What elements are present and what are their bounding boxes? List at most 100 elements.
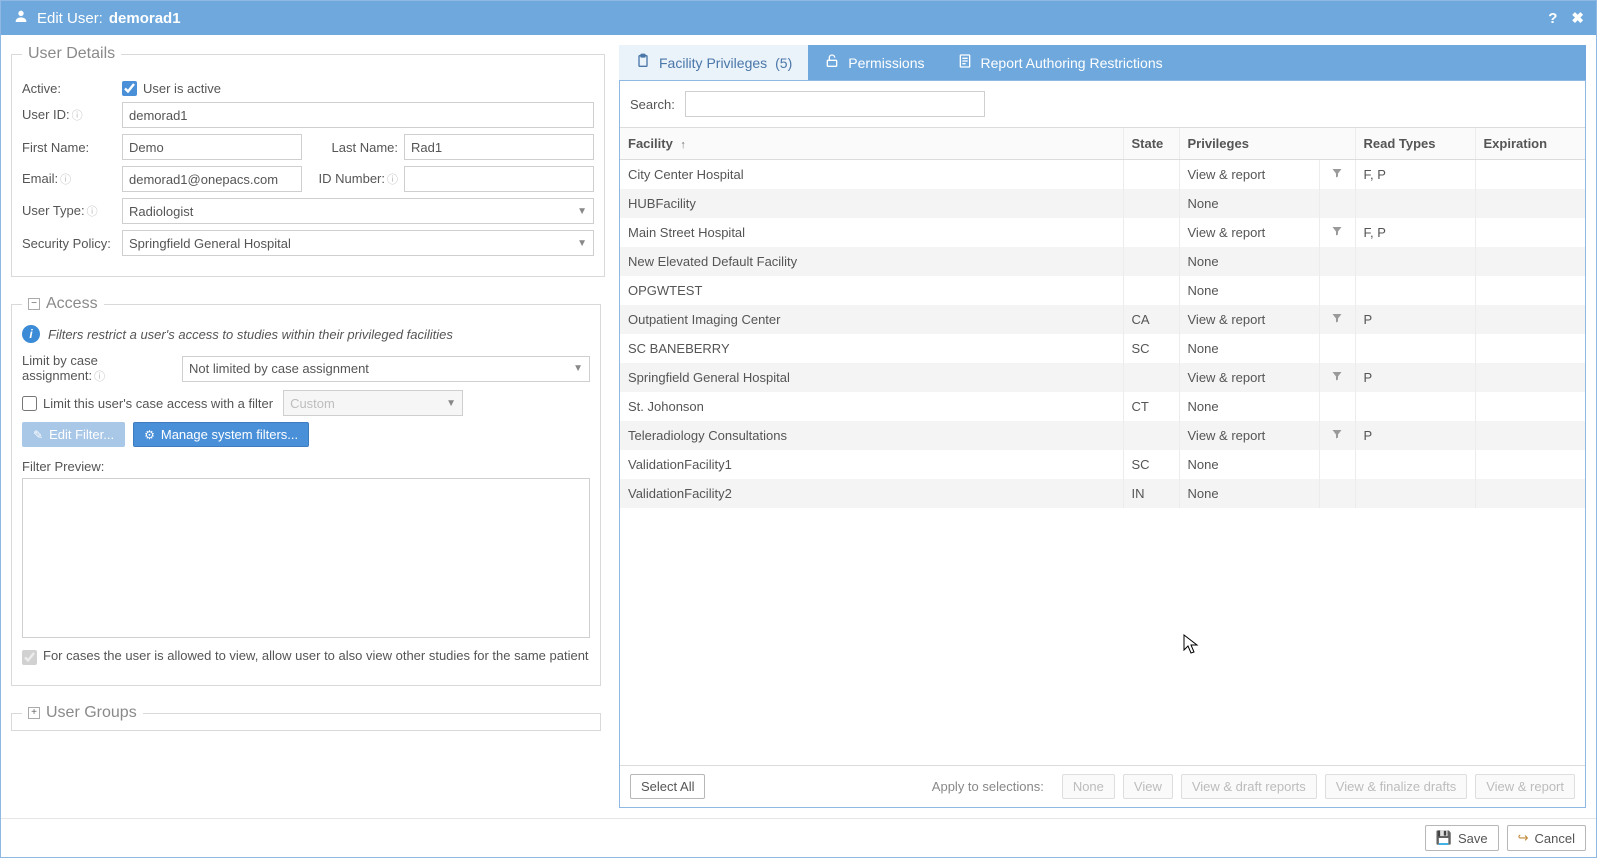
limit-case-select[interactable]: Not limited by case assignment ▼	[182, 356, 590, 382]
tab-report-restrictions[interactable]: Report Authoring Restrictions	[941, 45, 1179, 80]
help-icon[interactable]: ⓘ	[60, 174, 71, 186]
select-all-button[interactable]: Select All	[630, 774, 705, 799]
save-button[interactable]: 💾 Save	[1425, 825, 1499, 851]
filter-cell[interactable]	[1319, 363, 1355, 392]
user-groups-legend[interactable]: + User Groups	[22, 704, 143, 722]
access-legend[interactable]: − Access	[22, 295, 104, 313]
expiration-cell	[1475, 392, 1585, 421]
privileges-cell: View & report	[1179, 421, 1319, 450]
facility-cell: Outpatient Imaging Center	[620, 305, 1123, 334]
cancel-button[interactable]: ↪ Cancel	[1507, 825, 1586, 851]
user-type-value: Radiologist	[129, 204, 193, 219]
expiration-cell	[1475, 160, 1585, 190]
read-types-cell	[1355, 247, 1475, 276]
read-types-cell: F, P	[1355, 218, 1475, 247]
sort-asc-icon: ↑	[680, 139, 686, 151]
expiration-cell	[1475, 218, 1585, 247]
apply-view-finalize-drafts-button: View & finalize drafts	[1325, 774, 1467, 799]
filter-cell[interactable]	[1319, 189, 1355, 218]
filter-cell[interactable]	[1319, 305, 1355, 334]
filter-cell[interactable]	[1319, 276, 1355, 305]
facility-panel-footer: Select All Apply to selections: NoneView…	[620, 765, 1585, 807]
tab-permissions[interactable]: Permissions	[808, 45, 940, 80]
close-button[interactable]: ✖	[1571, 9, 1584, 27]
limit-filter-checkbox[interactable]: Limit this user's case access with a fil…	[22, 396, 273, 411]
col-state[interactable]: State	[1123, 128, 1179, 160]
view-same-patient-checkbox: For cases the user is allowed to view, a…	[22, 648, 589, 665]
limit-case-label: Limit by case assignment:	[22, 353, 98, 383]
col-expiration[interactable]: Expiration	[1475, 128, 1585, 160]
active-checkbox[interactable]: User is active	[122, 81, 221, 96]
filter-cell[interactable]	[1319, 450, 1355, 479]
filter-cell[interactable]	[1319, 421, 1355, 450]
table-row[interactable]: Main Street HospitalView & reportF, P	[620, 218, 1585, 247]
filter-cell[interactable]	[1319, 218, 1355, 247]
security-policy-select[interactable]: Springfield General Hospital ▼	[122, 230, 594, 256]
last-name-input[interactable]	[404, 134, 594, 160]
help-icon[interactable]: ⓘ	[94, 371, 105, 383]
col-read-types[interactable]: Read Types	[1355, 128, 1475, 160]
filter-icon	[1331, 226, 1343, 240]
read-types-cell	[1355, 450, 1475, 479]
state-cell: SC	[1123, 450, 1179, 479]
facility-search-input[interactable]	[685, 91, 985, 117]
facility-cell: HUBFacility	[620, 189, 1123, 218]
table-row[interactable]: HUBFacility None	[620, 189, 1585, 218]
privileges-cell: None	[1179, 189, 1319, 218]
table-row[interactable]: St. JohonsonCTNone	[620, 392, 1585, 421]
filter-cell[interactable]	[1319, 392, 1355, 421]
id-number-input[interactable]	[404, 166, 594, 192]
clipboard-icon	[635, 53, 651, 72]
help-icon[interactable]: ⓘ	[387, 174, 398, 186]
facility-cell: St. Johonson	[620, 392, 1123, 421]
state-cell	[1123, 247, 1179, 276]
table-row[interactable]: Springfield General HospitalView & repor…	[620, 363, 1585, 392]
user-groups-group: + User Groups	[11, 704, 601, 731]
help-icon[interactable]: ⓘ	[72, 110, 83, 122]
table-row[interactable]: City Center HospitalView & reportF, P	[620, 160, 1585, 190]
manage-system-filters-button[interactable]: ⚙ Manage system filters...	[133, 422, 309, 447]
facility-cell: ValidationFacility1	[620, 450, 1123, 479]
help-button[interactable]: ?	[1548, 10, 1557, 27]
expiration-cell	[1475, 189, 1585, 218]
help-icon[interactable]: ⓘ	[87, 206, 98, 218]
filter-cell[interactable]	[1319, 334, 1355, 363]
table-row[interactable]: ValidationFacility2INNone	[620, 479, 1585, 508]
state-cell	[1123, 421, 1179, 450]
table-row[interactable]: OPGWTESTNone	[620, 276, 1585, 305]
user-id-input[interactable]	[122, 102, 594, 128]
active-label: Active:	[22, 81, 122, 96]
dialog-footer: 💾 Save ↪ Cancel	[1, 818, 1596, 857]
facility-cell: City Center Hospital	[620, 160, 1123, 190]
read-types-cell	[1355, 189, 1475, 218]
tabs: Facility Privileges (5) Permissions Repo…	[619, 45, 1586, 80]
filter-cell[interactable]	[1319, 247, 1355, 276]
facility-cell: Teleradiology Consultations	[620, 421, 1123, 450]
first-name-input[interactable]	[122, 134, 302, 160]
expiration-cell	[1475, 450, 1585, 479]
user-id-label: User ID:	[22, 107, 70, 122]
col-facility[interactable]: Facility ↑	[620, 128, 1123, 160]
filter-cell[interactable]	[1319, 479, 1355, 508]
filter-cell[interactable]	[1319, 160, 1355, 190]
table-row[interactable]: Teleradiology Consultations View & report…	[620, 421, 1585, 450]
apply-none-button: None	[1062, 774, 1115, 799]
privileges-cell: None	[1179, 479, 1319, 508]
tab-permissions-label: Permissions	[848, 55, 924, 71]
email-input[interactable]	[122, 166, 302, 192]
edit-user-dialog: Edit User: demorad1 ? ✖ User Details Act…	[0, 0, 1597, 858]
user-type-label: User Type:	[22, 203, 85, 218]
expiration-cell	[1475, 363, 1585, 392]
privileges-cell: None	[1179, 392, 1319, 421]
col-privileges[interactable]: Privileges	[1179, 128, 1355, 160]
tab-report-label: Report Authoring Restrictions	[981, 55, 1163, 71]
table-row[interactable]: New Elevated Default FacilityNone	[620, 247, 1585, 276]
table-row[interactable]: SC BANEBERRYSCNone	[620, 334, 1585, 363]
table-row[interactable]: Outpatient Imaging CenterCAView & report…	[620, 305, 1585, 334]
read-types-cell: P	[1355, 421, 1475, 450]
user-details-legend: User Details	[22, 45, 121, 63]
state-cell: SC	[1123, 334, 1179, 363]
user-type-select[interactable]: Radiologist ▼	[122, 198, 594, 224]
tab-facility-privileges[interactable]: Facility Privileges (5)	[619, 45, 808, 80]
table-row[interactable]: ValidationFacility1SCNone	[620, 450, 1585, 479]
